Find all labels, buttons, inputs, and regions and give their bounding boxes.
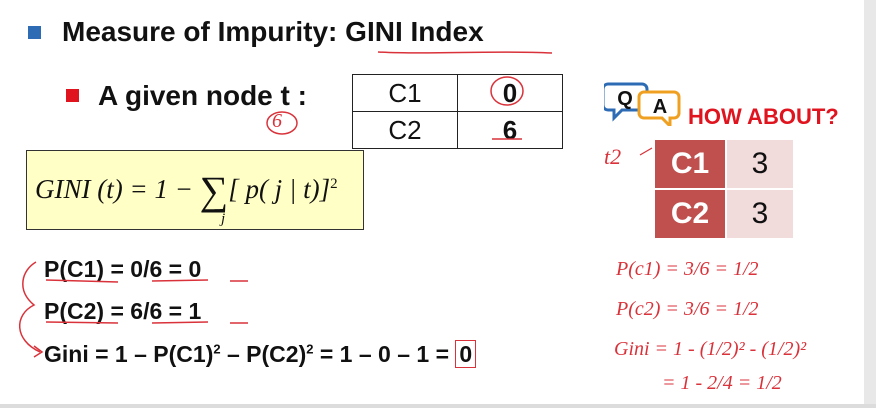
blue-square-bullet-icon (28, 26, 41, 39)
sigma-symbol: ∑ (199, 168, 229, 213)
title-underline-stroke (377, 51, 553, 54)
qa-q-letter: Q (617, 88, 633, 110)
count-cell-c2: 6 (457, 111, 563, 149)
title-prefix: Measure of Impurity: (62, 16, 346, 47)
formula-power: 2 (330, 176, 338, 192)
gini-mid: – P(C2) (220, 341, 307, 367)
t2-class-c2: C2 (655, 189, 726, 240)
calc-line-p-c2: P(C2) = 6/6 = 1 (44, 298, 202, 324)
red-square-bullet-icon (66, 89, 79, 102)
gini-result: 0 (455, 340, 477, 368)
handwritten-p-c1: P(c1) = 3/6 = 1/2 (616, 258, 759, 280)
t2-tick (639, 147, 653, 156)
t2-count-c2: 3 (725, 189, 793, 240)
handwritten-gini-line2: = 1 - 2/4 = 1/2 (662, 372, 782, 394)
title-highlight: GINI Index (345, 16, 484, 47)
qa-a-letter: A (653, 96, 667, 118)
formula-lhs: GINI (t) = 1 − (35, 174, 200, 204)
node-count-table: C1 0 C2 6 (352, 74, 563, 149)
class-cell-c1: C1 (352, 74, 458, 112)
table-row: C1 3 (655, 140, 793, 190)
slide-title: Measure of Impurity: GINI Index (62, 16, 484, 48)
table-row: C2 3 (655, 189, 793, 240)
formula-body: [ p( j | t)] (228, 174, 331, 204)
handwritten-t2-label: t2 (604, 144, 622, 169)
t2-class-c1: C1 (655, 140, 726, 190)
calc-bracket-arrow (18, 261, 41, 353)
class-cell-c2: C2 (352, 111, 458, 149)
how-about-table: C1 3 C2 3 (655, 140, 793, 240)
calc-line-p-c1: P(C1) = 0/6 = 0 (44, 256, 202, 282)
slide-edge (864, 0, 876, 408)
qa-chat-icon: Q A (604, 82, 681, 126)
node-label: A given node t : (98, 80, 307, 111)
handwritten-gini-line1: Gini = 1 - (1/2)² - (1/2)² (614, 338, 807, 360)
how-about-heading: HOW ABOUT? (688, 104, 839, 129)
square-1: 2 (213, 341, 221, 357)
gini-prefix: Gini = 1 – P(C1) (44, 341, 214, 367)
arrow-head (33, 345, 44, 358)
sigma-subscript: j (221, 211, 226, 227)
calc-line-gini: Gini = 1 – P(C1)2 – P(C2)2 = 1 – 0 – 1 =… (44, 340, 477, 368)
table-row: C2 6 (352, 111, 563, 149)
handwritten-node-count: 6 (272, 110, 282, 132)
t2-count-c1: 3 (725, 140, 793, 190)
slide-bottom-edge (0, 404, 876, 408)
gini-rest: = 1 – 0 – 1 = (313, 341, 456, 367)
handwritten-p-c2: P(c2) = 3/6 = 1/2 (616, 298, 759, 320)
gini-formula: GINI (t) = 1 − ∑[ p( j | t)]2 j (35, 161, 338, 227)
gini-formula-box: GINI (t) = 1 − ∑[ p( j | t)]2 j (26, 150, 364, 230)
count-cell-c1: 0 (457, 74, 563, 112)
table-row: C1 0 (352, 74, 563, 112)
